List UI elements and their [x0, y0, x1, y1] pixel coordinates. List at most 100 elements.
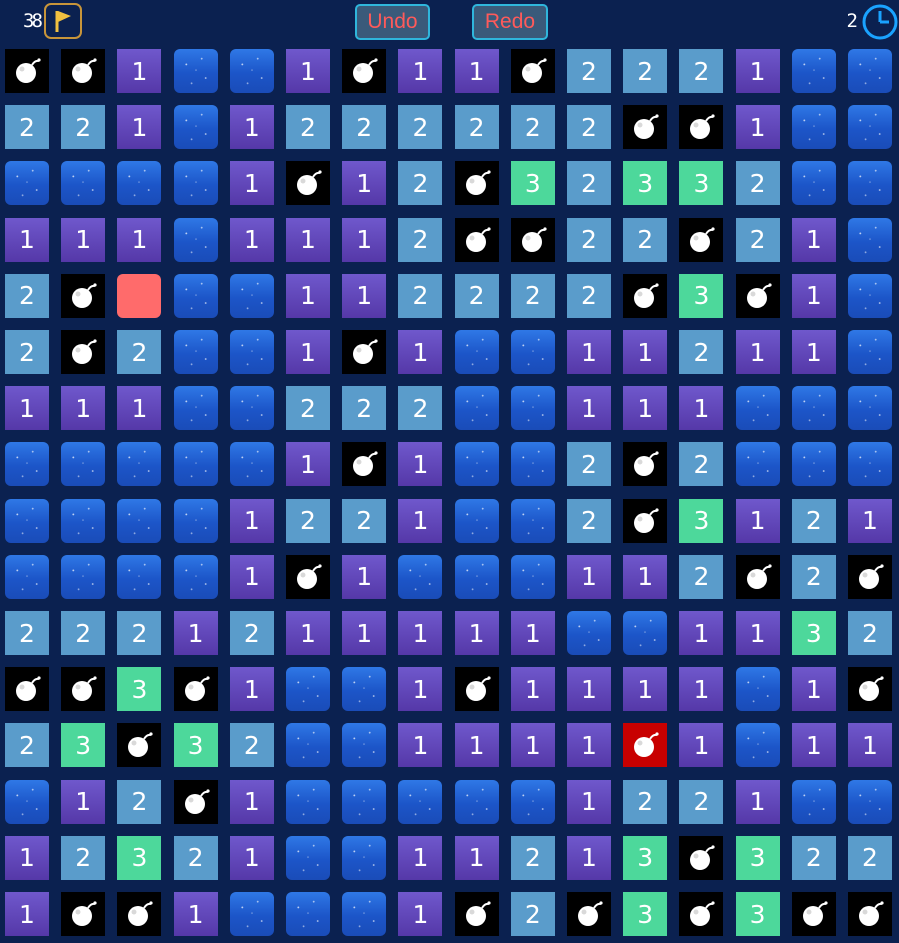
- number-cell: 1: [5, 217, 49, 262]
- hidden-cell[interactable]: [567, 611, 611, 655]
- marked-cell[interactable]: [117, 273, 162, 318]
- number-cell: 3: [791, 611, 836, 655]
- mine-cell: [623, 498, 668, 543]
- undo-button[interactable]: Undo: [355, 4, 430, 40]
- hidden-cell[interactable]: [342, 779, 387, 824]
- hidden-cell[interactable]: [5, 161, 49, 206]
- hidden-cell[interactable]: [286, 892, 330, 936]
- hidden-cell[interactable]: [623, 611, 668, 655]
- hidden-cell[interactable]: [61, 498, 106, 543]
- hidden-cell[interactable]: [398, 554, 443, 599]
- hidden-cell[interactable]: [173, 330, 218, 374]
- hidden-cell[interactable]: [229, 442, 274, 487]
- hidden-cell[interactable]: [342, 667, 387, 712]
- hidden-cell[interactable]: [342, 835, 387, 880]
- hidden-cell[interactable]: [791, 161, 836, 206]
- hidden-cell[interactable]: [286, 779, 330, 824]
- hidden-cell[interactable]: [229, 892, 274, 936]
- number-cell: 1: [117, 217, 162, 262]
- hidden-cell[interactable]: [848, 273, 892, 318]
- hidden-cell[interactable]: [173, 442, 218, 487]
- hidden-cell[interactable]: [229, 49, 274, 93]
- hidden-cell[interactable]: [454, 554, 499, 599]
- hidden-cell[interactable]: [848, 105, 892, 150]
- number-cell: 2: [398, 217, 443, 262]
- hidden-cell[interactable]: [229, 330, 274, 374]
- hidden-cell[interactable]: [61, 161, 106, 206]
- hidden-cell[interactable]: [848, 330, 892, 374]
- mine-cell: [342, 49, 387, 93]
- number-cell: 1: [454, 611, 499, 655]
- hidden-cell[interactable]: [735, 723, 780, 768]
- hidden-cell[interactable]: [173, 49, 218, 93]
- hidden-cell[interactable]: [173, 554, 218, 599]
- hidden-cell[interactable]: [5, 498, 49, 543]
- hidden-cell[interactable]: [286, 667, 330, 712]
- hidden-cell[interactable]: [454, 330, 499, 374]
- hidden-cell[interactable]: [117, 442, 162, 487]
- hidden-cell[interactable]: [117, 554, 162, 599]
- flag-counter: 38: [23, 10, 43, 32]
- hidden-cell[interactable]: [735, 386, 780, 431]
- hidden-cell[interactable]: [848, 442, 892, 487]
- hidden-cell[interactable]: [510, 554, 555, 599]
- hidden-cell[interactable]: [173, 386, 218, 431]
- redo-button[interactable]: Redo: [472, 4, 548, 40]
- hidden-cell[interactable]: [510, 779, 555, 824]
- hidden-cell[interactable]: [61, 442, 106, 487]
- hidden-cell[interactable]: [5, 779, 49, 824]
- hidden-cell[interactable]: [286, 723, 330, 768]
- hidden-cell[interactable]: [454, 442, 499, 487]
- number-cell: 2: [398, 161, 443, 206]
- hidden-cell[interactable]: [342, 723, 387, 768]
- hidden-cell[interactable]: [791, 779, 836, 824]
- number-cell: 3: [679, 273, 724, 318]
- hidden-cell[interactable]: [735, 442, 780, 487]
- mine-cell: [117, 892, 162, 936]
- hidden-cell[interactable]: [848, 779, 892, 824]
- number-cell: 2: [679, 442, 724, 487]
- hidden-cell[interactable]: [848, 161, 892, 206]
- hidden-cell[interactable]: [229, 273, 274, 318]
- hidden-cell[interactable]: [5, 554, 49, 599]
- hidden-cell[interactable]: [735, 667, 780, 712]
- hidden-cell[interactable]: [173, 498, 218, 543]
- number-cell: 1: [286, 611, 330, 655]
- hidden-cell[interactable]: [117, 161, 162, 206]
- hidden-cell[interactable]: [454, 498, 499, 543]
- hidden-cell[interactable]: [5, 442, 49, 487]
- hidden-cell[interactable]: [848, 49, 892, 93]
- number-cell: 3: [173, 723, 218, 768]
- number-cell: 1: [567, 386, 611, 431]
- hidden-cell[interactable]: [791, 105, 836, 150]
- hidden-cell[interactable]: [848, 217, 892, 262]
- hidden-cell[interactable]: [173, 105, 218, 150]
- hidden-cell[interactable]: [454, 386, 499, 431]
- hidden-cell[interactable]: [510, 442, 555, 487]
- hidden-cell[interactable]: [510, 498, 555, 543]
- hidden-cell[interactable]: [398, 779, 443, 824]
- number-cell: 1: [5, 892, 49, 936]
- number-cell: 1: [342, 217, 387, 262]
- mine-cell: [623, 442, 668, 487]
- hidden-cell[interactable]: [117, 498, 162, 543]
- mine-cell: [61, 892, 106, 936]
- bomb-icon: [128, 901, 153, 926]
- hidden-cell[interactable]: [173, 161, 218, 206]
- hidden-cell[interactable]: [791, 442, 836, 487]
- hidden-cell[interactable]: [61, 554, 106, 599]
- mine-cell: [510, 217, 555, 262]
- hidden-cell[interactable]: [848, 386, 892, 431]
- hidden-cell[interactable]: [342, 892, 387, 936]
- hidden-cell[interactable]: [454, 779, 499, 824]
- flag-toggle-button[interactable]: [44, 3, 82, 39]
- hidden-cell[interactable]: [286, 835, 330, 880]
- hidden-cell[interactable]: [791, 49, 836, 93]
- hidden-cell[interactable]: [229, 386, 274, 431]
- mine-cell: [117, 723, 162, 768]
- hidden-cell[interactable]: [791, 386, 836, 431]
- hidden-cell[interactable]: [173, 273, 218, 318]
- hidden-cell[interactable]: [510, 330, 555, 374]
- hidden-cell[interactable]: [173, 217, 218, 262]
- hidden-cell[interactable]: [510, 386, 555, 431]
